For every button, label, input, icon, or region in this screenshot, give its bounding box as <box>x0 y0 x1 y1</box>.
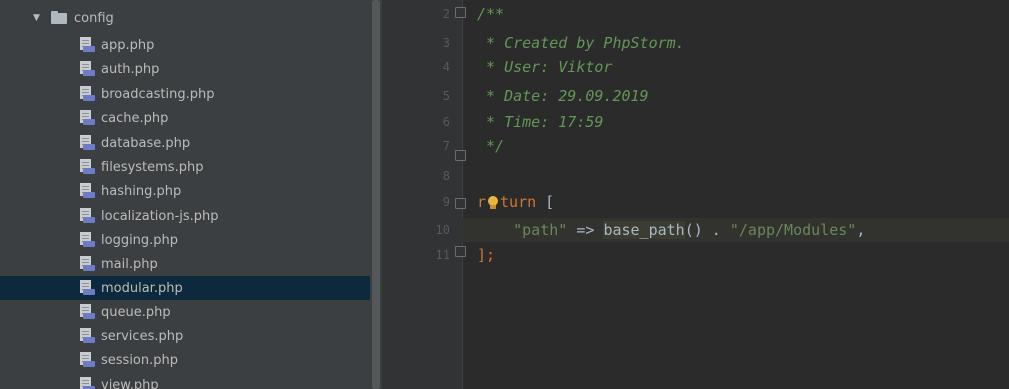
comment-text: * Date: 29.09.2019 <box>477 87 649 105</box>
file-label: app.php <box>101 37 155 53</box>
bracket-text: [ <box>536 193 555 211</box>
code-line-2[interactable]: /** <box>477 2 504 26</box>
line-number-gutter: 2 3 4 5 6 7 8 9 10 11 <box>382 0 462 389</box>
folder-label: config <box>74 10 114 26</box>
code-line-6[interactable]: * Time: 17:59 <box>477 110 603 134</box>
tree-file-item[interactable]: queue.php <box>0 300 370 324</box>
tree-file-item[interactable]: session.php <box>0 348 370 372</box>
function-text: base_path <box>603 221 685 239</box>
tree-file-item[interactable]: modular.php <box>0 276 370 300</box>
fold-marker[interactable] <box>455 246 466 257</box>
comment-text: /** <box>477 5 505 23</box>
code-editor[interactable]: 2 3 4 5 6 7 8 9 10 11 /** * Created by PhpStorm. … <box>382 0 1009 389</box>
php-file-icon <box>79 135 95 151</box>
file-label: database.php <box>101 135 191 151</box>
tree-file-item[interactable]: database.php <box>0 131 370 155</box>
php-file-icon <box>79 377 95 389</box>
file-label: broadcasting.php <box>101 86 215 102</box>
file-label: mail.php <box>101 256 158 272</box>
tree-file-item[interactable]: view.php <box>0 373 370 389</box>
line-number: 9 <box>442 195 450 209</box>
php-file-icon <box>79 110 95 126</box>
file-label: view.php <box>101 377 159 389</box>
comma-text: , <box>856 221 866 239</box>
line-number: 8 <box>442 169 450 183</box>
comment-text: * User: Viktor <box>477 58 613 76</box>
file-label: filesystems.php <box>101 159 204 175</box>
file-label: auth.php <box>101 61 160 77</box>
fold-marker[interactable] <box>455 7 466 18</box>
php-file-icon <box>79 328 95 344</box>
tree-file-item[interactable]: app.php <box>0 33 370 57</box>
triangle-down-icon[interactable]: ▼ <box>33 13 40 23</box>
line-number: 3 <box>442 36 450 50</box>
scrollbar-thumb[interactable] <box>372 0 380 389</box>
php-file-icon <box>79 304 95 320</box>
tree-file-item[interactable]: broadcasting.php <box>0 82 370 106</box>
tree-file-item[interactable]: localization-js.php <box>0 204 370 228</box>
code-line-4[interactable]: * User: Viktor <box>477 55 612 79</box>
fold-guide <box>462 0 463 389</box>
keyword-text: turn <box>500 193 537 211</box>
php-file-icon <box>79 208 95 224</box>
tree-file-item[interactable]: logging.php <box>0 228 370 252</box>
string-text: "/app/Modules" <box>729 221 857 239</box>
tree-file-item[interactable]: filesystems.php <box>0 155 370 179</box>
file-label: cache.php <box>101 110 169 126</box>
comment-text: */ <box>477 137 505 155</box>
file-label: queue.php <box>101 304 171 320</box>
code-line-11[interactable]: ]; <box>477 243 495 267</box>
php-file-icon <box>79 232 95 248</box>
line-number: 2 <box>442 7 450 21</box>
comment-text: * Created by PhpStorm. <box>477 34 685 52</box>
indent-text <box>477 221 513 239</box>
file-label: session.php <box>101 352 178 368</box>
file-label: logging.php <box>101 232 179 248</box>
operator-text: () . <box>684 221 730 239</box>
php-file-icon <box>79 86 95 102</box>
php-file-icon <box>79 352 95 368</box>
string-text: "path" <box>513 221 568 239</box>
tree-file-item[interactable]: cache.php <box>0 106 370 130</box>
folder-icon <box>51 11 67 24</box>
php-file-icon <box>79 183 95 199</box>
file-label: hashing.php <box>101 183 182 199</box>
line-number: 11 <box>435 248 450 262</box>
fold-marker[interactable] <box>455 150 466 161</box>
file-label: modular.php <box>101 280 183 296</box>
tree-file-item[interactable]: hashing.php <box>0 179 370 203</box>
tree-file-item[interactable]: services.php <box>0 324 370 348</box>
code-line-3[interactable]: * Created by PhpStorm. <box>477 31 685 55</box>
tree-file-item[interactable]: mail.php <box>0 252 370 276</box>
file-label: services.php <box>101 328 184 344</box>
php-file-icon <box>79 61 95 77</box>
php-file-icon <box>79 256 95 272</box>
project-tree-panel: ▼ config app.php auth.php broadcasting.php… <box>0 0 382 389</box>
fold-marker[interactable] <box>455 198 466 209</box>
bracket-text: ]; <box>477 246 496 264</box>
keyword-text: r <box>477 193 487 211</box>
code-line-5[interactable]: * Date: 29.09.2019 <box>477 84 649 108</box>
line-number: 4 <box>442 60 450 74</box>
php-file-icon <box>79 37 95 53</box>
tree-folder-config[interactable]: ▼ config <box>0 6 370 30</box>
comment-text: * Time: 17:59 <box>477 113 604 131</box>
lightbulb-icon[interactable] <box>487 195 499 210</box>
line-number: 6 <box>442 115 450 129</box>
file-label: localization-js.php <box>101 208 219 224</box>
php-file-icon <box>79 159 95 175</box>
line-number: 5 <box>442 89 450 103</box>
php-file-icon <box>79 280 95 296</box>
line-number: 10 <box>435 223 450 237</box>
line-number: 7 <box>442 139 450 153</box>
code-line-10[interactable]: "path" => base_path() . "/app/Modules", <box>462 218 1009 242</box>
tree-scrollbar[interactable] <box>370 0 382 389</box>
tree-file-item[interactable]: auth.php <box>0 57 370 81</box>
operator-text: => <box>567 221 604 239</box>
code-line-7[interactable]: */ <box>477 134 504 158</box>
code-line-9[interactable]: r turn [ <box>477 190 554 214</box>
